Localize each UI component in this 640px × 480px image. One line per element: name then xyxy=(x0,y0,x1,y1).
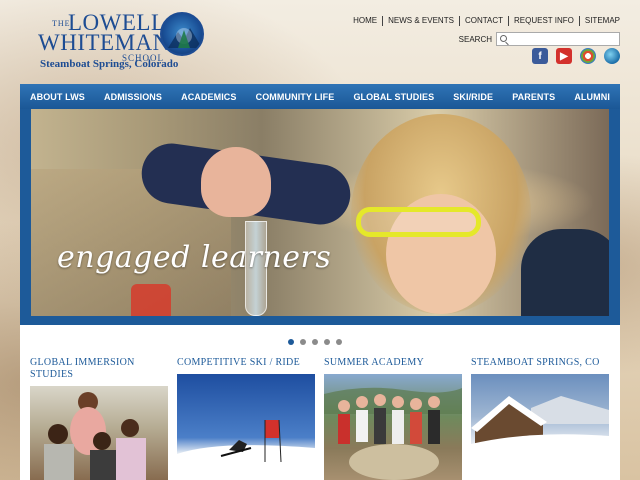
main-nav-admissions[interactable]: ADMISSIONS xyxy=(104,92,162,102)
school-emblem-icon xyxy=(160,12,204,56)
feature-steamboat-springs[interactable]: STEAMBOAT SPRINGS, CO xyxy=(471,357,609,480)
feature-global-immersion[interactable]: GLOBAL IMMERSION STUDIES xyxy=(30,357,168,480)
youtube-icon[interactable]: ▶ xyxy=(556,48,572,64)
slider-dot-1[interactable] xyxy=(288,339,294,345)
slider-pagination xyxy=(288,339,342,345)
feature-image[interactable] xyxy=(471,374,609,480)
main-nav-about[interactable]: ABOUT LWS xyxy=(30,92,85,102)
hero-bottle xyxy=(131,284,171,316)
nav-request-info-link[interactable]: REQUEST INFO xyxy=(509,16,580,26)
feature-summer-academy[interactable]: SUMMER ACADEMY xyxy=(324,357,462,480)
main-nav-ski-ride[interactable]: SKI/RIDE xyxy=(453,92,493,102)
facebook-icon[interactable]: f xyxy=(532,48,548,64)
main-nav: ABOUT LWS ADMISSIONS ACADEMICS COMMUNITY… xyxy=(20,84,620,109)
nav-sitemap-link[interactable]: SITEMAP xyxy=(580,16,620,26)
feature-image[interactable] xyxy=(324,374,462,480)
nav-home-link[interactable]: HOME xyxy=(348,16,384,26)
utility-nav: HOME NEWS & EVENTS CONTACT REQUEST INFO … xyxy=(348,16,620,26)
feature-competitive-ski[interactable]: COMPETITIVE SKI / RIDE xyxy=(177,357,315,480)
nav-news-events-link[interactable]: NEWS & EVENTS xyxy=(383,16,460,26)
slider-dot-3[interactable] xyxy=(312,339,318,345)
hero-goggles xyxy=(356,207,481,237)
picasa-icon[interactable] xyxy=(580,48,596,64)
feature-image[interactable] xyxy=(30,386,168,480)
hero-background-student xyxy=(521,229,609,316)
search-label: SEARCH xyxy=(458,34,492,44)
logo-tagline: Steamboat Springs, Colorado xyxy=(40,58,179,70)
search-field[interactable] xyxy=(496,32,620,50)
search-bar: SEARCH xyxy=(458,32,620,50)
main-nav-community-life[interactable]: COMMUNITY LIFE xyxy=(256,92,335,102)
social-links: f ▶ xyxy=(532,48,620,64)
slider-dot-2[interactable] xyxy=(300,339,306,345)
feature-image[interactable] xyxy=(177,374,315,480)
main-nav-parents[interactable]: PARENTS xyxy=(512,92,555,102)
main-nav-academics[interactable]: ACADEMICS xyxy=(181,92,236,102)
hero-caption: engaged learners xyxy=(57,240,332,275)
main-nav-alumni[interactable]: ALUMNI xyxy=(574,92,610,102)
slider-dot-5[interactable] xyxy=(336,339,342,345)
slider-dot-4[interactable] xyxy=(324,339,330,345)
hero-student-hand xyxy=(201,147,271,217)
globe-icon[interactable] xyxy=(604,48,620,64)
search-icon xyxy=(500,35,507,42)
nav-contact-link[interactable]: CONTACT xyxy=(460,16,510,26)
feature-title[interactable]: GLOBAL IMMERSION STUDIES xyxy=(30,357,168,385)
main-nav-global-studies[interactable]: GLOBAL STUDIES xyxy=(353,92,434,102)
hero-slide-image[interactable] xyxy=(31,109,609,316)
